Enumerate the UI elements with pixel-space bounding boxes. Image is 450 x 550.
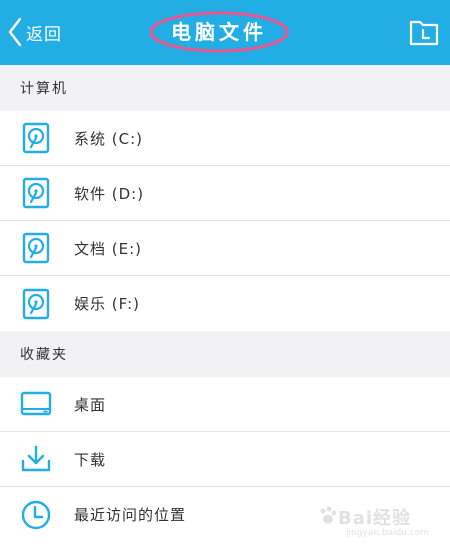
paw-icon	[320, 506, 337, 524]
watermark-brand: Bai经验	[338, 508, 412, 529]
drive-label: 娱乐 (F:)	[74, 295, 140, 313]
drive-label: 系统 (C:)	[74, 129, 143, 148]
drive-label: 软件 (D:)	[74, 184, 145, 203]
section-header-computer: 计算机	[0, 65, 450, 111]
drive-item-d[interactable]: 软件 (D:)	[0, 166, 450, 221]
page-title: 电脑文件	[171, 20, 267, 44]
folder-button[interactable]	[408, 16, 440, 48]
drive-item-c[interactable]: 系统 (C:)	[0, 111, 450, 166]
drive-item-f[interactable]: 娱乐 (F:)	[0, 276, 450, 331]
clock-icon	[19, 498, 53, 532]
watermark-url: jingyan.baidu.com	[346, 528, 430, 538]
watermark: Bai经验 jingyan.baidu.com	[318, 502, 438, 544]
hard-drive-icon	[19, 121, 53, 155]
favorite-label: 最近访问的位置	[74, 506, 187, 524]
favorite-label: 下载	[74, 450, 107, 469]
desktop-icon	[19, 387, 53, 421]
page-title-wrap: 电脑文件	[148, 10, 290, 54]
section-header-favorites: 收藏夹	[0, 331, 450, 377]
favorite-item-download[interactable]: 下载	[0, 432, 450, 487]
hard-drive-icon	[19, 231, 53, 265]
favorite-item-desktop[interactable]: 桌面	[0, 377, 450, 432]
folder-icon	[409, 20, 439, 46]
file-browser-content: 计算机 系统 (C:) 软件 (D:) 文档 (E:) 娱乐 (F:) 收藏夹 …	[0, 65, 450, 542]
chevron-left-icon	[8, 17, 22, 47]
download-icon	[19, 442, 53, 476]
drive-item-e[interactable]: 文档 (E:)	[0, 221, 450, 276]
hard-drive-icon	[19, 287, 53, 321]
top-bar: 返回 电脑文件	[0, 0, 450, 65]
drive-label: 文档 (E:)	[74, 239, 143, 258]
back-label: 返回	[26, 24, 62, 45]
hard-drive-icon	[19, 176, 53, 210]
back-button[interactable]: 返回	[8, 14, 62, 50]
favorite-label: 桌面	[74, 395, 107, 414]
